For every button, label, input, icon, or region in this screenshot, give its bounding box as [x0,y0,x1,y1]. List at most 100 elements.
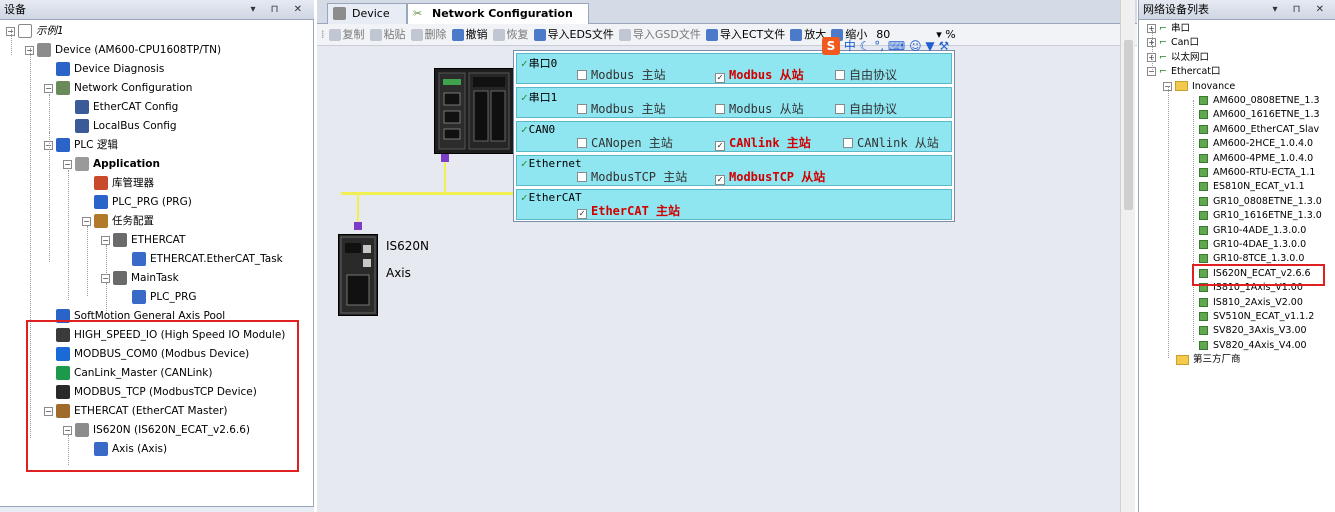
servo-device-image[interactable] [338,234,378,316]
tree-node-9[interactable]: PLC_PRG (PRG) [82,193,192,212]
network-tree-node-20[interactable]: SV510N_ECAT_v1.1.2 [1199,310,1314,324]
tree-node-8[interactable]: 库管理器 [82,174,154,193]
scroll-thumb[interactable] [1124,40,1133,210]
tree-node-12[interactable]: ETHERCAT.EtherCAT_Task [120,250,283,269]
ime-user-icon[interactable]: ☺ [909,39,922,53]
ime-shirt-icon[interactable]: ▼ [925,39,934,53]
protocol-option-label: CANopen 主站 [591,136,673,150]
network-tree-node-9[interactable]: AM600-4PME_1.0.4.0 [1199,152,1313,166]
toolbar-button-icon [533,29,546,41]
panel-window-buttons[interactable]: ▾ ⊓ ✕ [250,0,308,19]
protocol-option[interactable]: Modbus 从站 [715,101,804,117]
tree-node-5[interactable]: LocalBus Config [63,117,177,136]
network-tree-node-2[interactable]: + ⌐ 以太网口 [1147,51,1209,65]
toolbar-button-3[interactable]: 撤销 [450,24,491,45]
tree-node-14[interactable]: PLC_PRG [120,288,197,307]
network-canvas[interactable]: IS620N Axis 串口0Modbus 主站✓Modbus 从站自由协议串口… [317,46,1120,512]
protocol-checkbox[interactable] [835,70,845,80]
network-tree-node-3[interactable]: − ⌐ Ethercat口 [1147,65,1221,79]
plc-port[interactable] [441,154,449,162]
protocol-option[interactable]: 自由协议 [835,101,897,117]
left-panel-tabs[interactable] [0,506,314,512]
toolbar-button-2[interactable]: 删除 [409,24,450,45]
toolbar-button-label: 导入ECT文件 [719,28,786,41]
tree-node-13[interactable]: − MainTask [101,269,179,288]
network-tree-node-8[interactable]: AM600-2HCE_1.0.4.0 [1199,137,1313,151]
protocol-option[interactable]: Modbus 主站 [577,101,666,117]
protocol-checkbox[interactable] [577,70,587,80]
protocol-option[interactable]: ✓ ModbusTCP 从站 [715,169,825,185]
protocol-option[interactable]: ✓ CANlink 主站 [715,135,811,151]
tree-node-0[interactable]: − 示例1 [6,22,64,41]
tree-node-3[interactable]: − Network Configuration [44,79,192,98]
protocol-checkbox[interactable]: ✓ [715,73,725,83]
tree-guide-line [106,245,107,275]
canvas-vertical-scrollbar[interactable] [1120,0,1135,512]
network-tree-node-14[interactable]: GR10-4ADE_1.3.0.0 [1199,224,1306,238]
network-tree-node-4[interactable]: − Inovance [1163,80,1235,94]
protocol-option[interactable]: ✓ Modbus 从站 [715,67,804,83]
toolbar-button-7[interactable]: 导入ECT文件 [704,24,788,45]
network-tree-node-11[interactable]: ES810N_ECAT_v1.1 [1199,180,1305,194]
toolbar-button-4[interactable]: 恢复 [491,24,532,45]
network-tree-node-15[interactable]: GR10-4DAE_1.3.0.0 [1199,238,1306,252]
protocol-checkbox[interactable] [577,138,587,148]
network-tree-node-5[interactable]: AM600_0808ETNE_1.3 [1199,94,1320,108]
tree-node-6[interactable]: − PLC 逻辑 [44,136,118,155]
protocol-checkbox[interactable]: ✓ [715,141,725,151]
tree-expander-icon[interactable]: − [63,159,72,169]
protocol-option[interactable]: CANlink 从站 [843,135,939,151]
protocol-option[interactable]: Modbus 主站 [577,67,666,83]
network-tree-node-7[interactable]: AM600_EtherCAT_Slav [1199,123,1319,137]
protocol-option[interactable]: ModbusTCP 主站 [577,169,687,185]
network-tree-label: Ethercat口 [1170,66,1221,78]
tree-node-11[interactable]: − ETHERCAT [101,231,185,250]
ime-keyboard-icon[interactable]: ⌨ [888,39,905,53]
network-tree-node-23[interactable]: 第三方厂商 [1163,353,1241,367]
toolbar-button-5[interactable]: 导入EDS文件 [532,24,617,45]
tree-expander-icon[interactable]: − [82,216,91,226]
tree-node-4[interactable]: EtherCAT Config [63,98,178,117]
toolbar-button-6[interactable]: 导入GSD文件 [617,24,704,45]
network-tree-node-22[interactable]: SV820_4Axis_V4.00 [1199,339,1307,353]
ime-mode-label[interactable]: 中 [844,39,856,53]
protocol-checkbox[interactable] [843,138,853,148]
ime-moon-icon[interactable]: ☾ [860,39,871,53]
network-tree-node-6[interactable]: AM600_1616ETNE_1.3 [1199,108,1320,122]
right-panel-window-buttons[interactable]: ▾ ⊓ ✕ [1272,0,1330,19]
protocol-option[interactable]: 自由协议 [835,67,897,83]
tree-node-1[interactable]: − Device (AM600-CPU1608TP/TN) [25,41,221,60]
tree-node-2[interactable]: Device Diagnosis [44,60,164,79]
network-tree-node-21[interactable]: SV820_3Axis_V3.00 [1199,324,1307,338]
protocol-checkbox[interactable] [715,104,725,114]
plc-device-image[interactable] [434,68,514,154]
toolbar-button-0[interactable]: 复制 [327,24,368,45]
protocol-option[interactable]: CANopen 主站 [577,135,673,151]
tree-expander-icon[interactable]: − [44,83,53,93]
servo-port[interactable] [354,222,362,230]
network-tree-node-13[interactable]: GR10_1616ETNE_1.3.0 [1199,209,1322,223]
network-tree-node-1[interactable]: + ⌐ Can口 [1147,36,1199,50]
tab-device[interactable]: Device [327,3,407,24]
network-tree-node-10[interactable]: AM600-RTU-ECTA_1.1 [1199,166,1315,180]
ime-punct-icon[interactable]: °, [874,39,884,53]
tree-node-7[interactable]: − Application [63,155,160,174]
protocol-checkbox[interactable]: ✓ [715,175,725,185]
ime-toolbar[interactable]: S 中 ☾ °, ⌨ ☺ ▼ ⚒ [822,36,1002,56]
protocol-checkbox[interactable] [835,104,845,114]
tree-node-label: Device Diagnosis [74,63,165,75]
tree-expander-icon[interactable]: − [101,235,110,245]
tab-network-configuration[interactable]: ✂ Network Configuration ✕ [407,3,589,40]
protocol-checkbox[interactable]: ✓ [577,209,587,219]
network-tree-node-19[interactable]: IS810_2Axis_V2.00 [1199,296,1303,310]
protocol-option-label: EtherCAT 主站 [591,204,681,218]
ime-tool-icon[interactable]: ⚒ [938,39,949,53]
network-tree-node-12[interactable]: GR10_0808ETNE_1.3.0 [1199,195,1322,209]
protocol-checkbox[interactable] [577,172,587,182]
network-tree-node-0[interactable]: + ⌐ 串口 [1147,22,1190,36]
protocol-option[interactable]: ✓ EtherCAT 主站 [577,203,680,219]
protocol-checkbox[interactable] [577,104,587,114]
toolbar-button-1[interactable]: 粘贴 [368,24,409,45]
tree-node-10[interactable]: − 任务配置 [82,212,154,231]
servo-graphic-icon [340,236,376,314]
